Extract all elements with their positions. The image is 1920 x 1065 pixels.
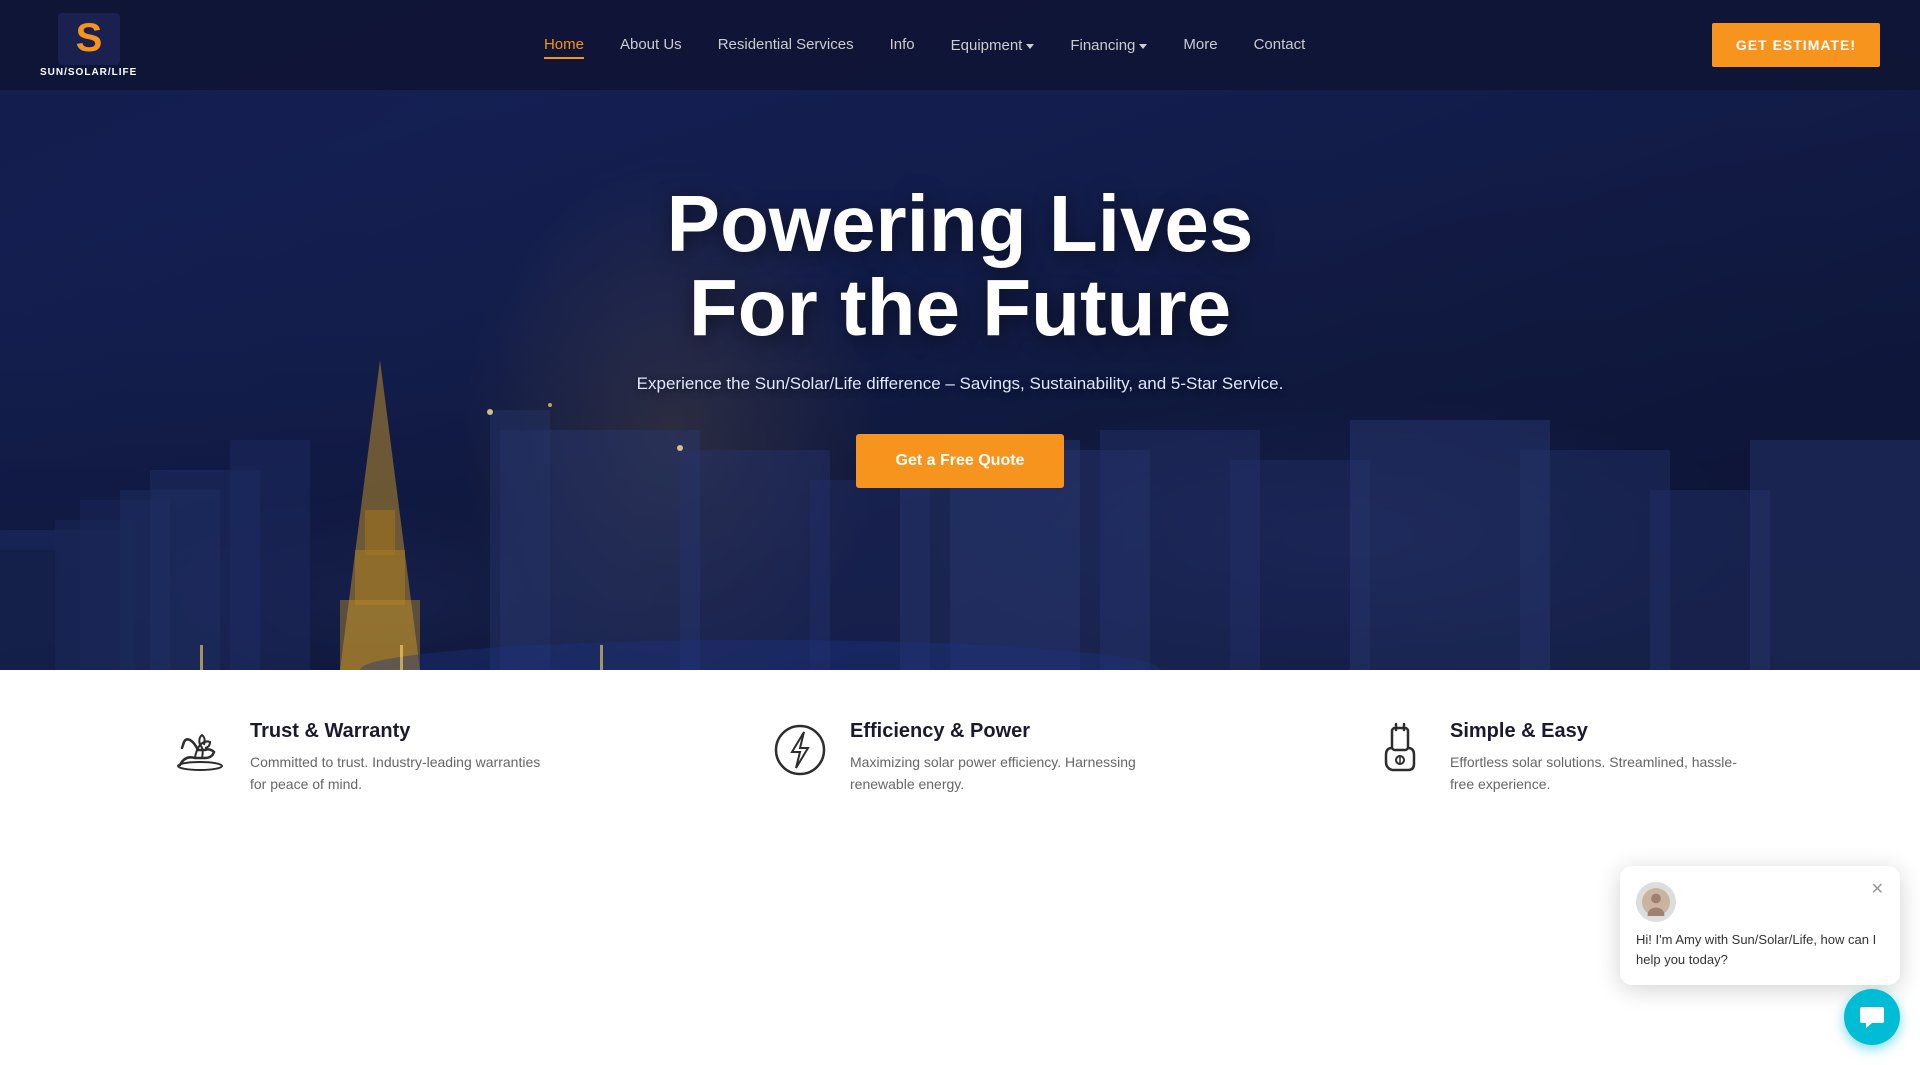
efficiency-text: Efficiency & Power Maximizing solar powe… [850,720,1150,796]
chat-bubble-button[interactable] [1844,989,1900,1045]
nav-link-home[interactable]: Home [544,36,584,59]
nav-link-equipment[interactable]: Equipment [951,37,1035,54]
get-estimate-button[interactable]: GET ESTIMATE! [1712,23,1880,67]
efficiency-icon [770,720,830,780]
chat-header: ✕ [1636,882,1884,922]
chevron-down-icon [1026,44,1034,49]
nav-link-more[interactable]: More [1183,36,1217,53]
nav-item-info[interactable]: Info [890,36,915,54]
chat-close-button[interactable]: ✕ [1871,882,1884,898]
simple-text: Simple & Easy Effortless solar solutions… [1450,720,1750,796]
trust-text: Trust & Warranty Committed to trust. Ind… [250,720,550,796]
navbar: S SUN/SOLAR/LIFE Home About Us Residenti… [0,0,1920,90]
features-section: Trust & Warranty Committed to trust. Ind… [0,670,1920,846]
nav-item-equipment[interactable]: Equipment [951,37,1035,54]
hero-section: Powering Lives For the Future Experience… [0,0,1920,670]
svg-text:S: S [75,16,102,60]
nav-links: Home About Us Residential Services Info … [544,36,1305,54]
chat-avatar [1636,882,1676,922]
nav-link-contact[interactable]: Contact [1254,36,1306,53]
efficiency-title: Efficiency & Power [850,720,1150,743]
brand-name: SUN/SOLAR/LIFE [40,67,137,78]
nav-item-home[interactable]: Home [544,36,584,54]
hero-title-line2: For the Future [689,263,1231,352]
get-quote-button[interactable]: Get a Free Quote [856,434,1065,488]
trust-icon [170,720,230,780]
simple-icon [1370,720,1430,780]
logo[interactable]: S SUN/SOLAR/LIFE [40,13,137,78]
trust-title: Trust & Warranty [250,720,550,743]
chat-bubble-icon [1858,1003,1886,1031]
feature-simple: Simple & Easy Effortless solar solutions… [1370,720,1750,796]
simple-description: Effortless solar solutions. Streamlined,… [1450,751,1750,796]
nav-item-more[interactable]: More [1183,36,1217,54]
efficiency-description: Maximizing solar power efficiency. Harne… [850,751,1150,796]
nav-link-about[interactable]: About Us [620,36,682,53]
hero-content: Powering Lives For the Future Experience… [617,182,1304,487]
nav-item-financing[interactable]: Financing [1070,37,1147,54]
nav-item-about[interactable]: About Us [620,36,682,54]
simple-title: Simple & Easy [1450,720,1750,743]
trust-description: Committed to trust. Industry-leading war… [250,751,550,796]
nav-item-residential[interactable]: Residential Services [718,36,854,54]
hero-title: Powering Lives For the Future [637,182,1284,350]
nav-link-residential[interactable]: Residential Services [718,36,854,53]
feature-efficiency: Efficiency & Power Maximizing solar powe… [770,720,1150,796]
chevron-down-icon-2 [1139,44,1147,49]
feature-trust: Trust & Warranty Committed to trust. Ind… [170,720,550,796]
nav-item-contact[interactable]: Contact [1254,36,1306,54]
hero-title-line1: Powering Lives [667,179,1254,268]
hero-subtitle: Experience the Sun/Solar/Life difference… [637,370,1284,397]
chat-message: Hi! I'm Amy with Sun/Solar/Life, how can… [1636,930,1884,969]
nav-link-financing[interactable]: Financing [1070,37,1147,54]
nav-link-info[interactable]: Info [890,36,915,53]
chat-widget: ✕ Hi! I'm Amy with Sun/Solar/Life, how c… [1620,866,1900,985]
